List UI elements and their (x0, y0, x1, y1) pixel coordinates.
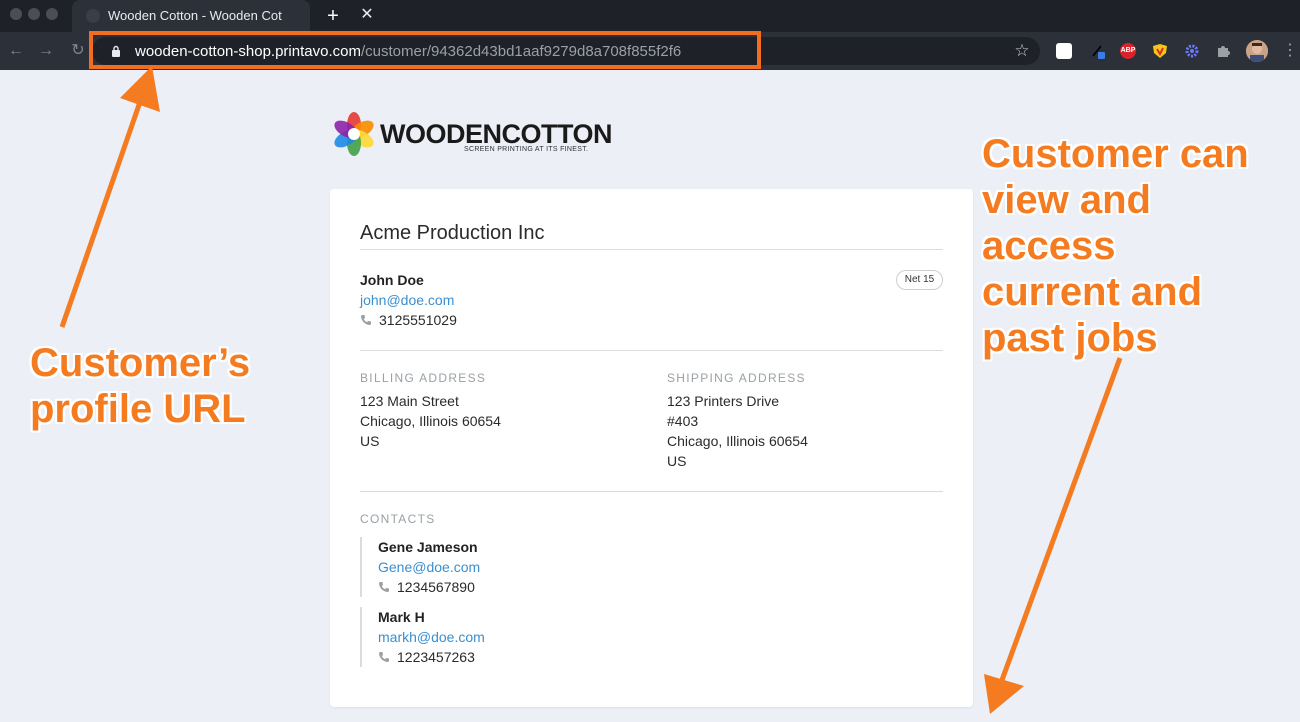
contact-card-bar (360, 537, 362, 597)
billing-line: US (360, 433, 380, 449)
logo-tagline: SCREEN PRINTING AT ITS FINEST. (464, 146, 589, 153)
tab-close-icon[interactable]: ✕ (358, 6, 376, 24)
adblock-extension-icon[interactable]: ABP (1120, 43, 1136, 59)
billing-line: 123 Main Street (360, 393, 459, 409)
logo-flower-icon (334, 112, 374, 156)
window-zoom-dot[interactable] (46, 8, 58, 20)
pen-extension-icon[interactable] (1090, 43, 1106, 59)
contacts-label: CONTACTS (360, 512, 436, 526)
shipping-line: Chicago, Illinois 60654 (667, 433, 808, 449)
annotation-left-line: Customer’s (30, 341, 251, 385)
billing-line: Chicago, Illinois 60654 (360, 413, 501, 429)
annotation-left-line: profile URL (30, 387, 246, 431)
divider (360, 350, 943, 351)
gear-extension-icon[interactable] (1184, 43, 1200, 59)
url-arrow (59, 66, 160, 328)
shield-extension-icon[interactable] (1152, 43, 1168, 59)
new-tab-button[interactable]: + (322, 5, 344, 27)
tab-strip: Wooden Cotton - Wooden Cotton ✕ + (0, 0, 1300, 32)
contact-email-link[interactable]: markh@doe.com (378, 628, 485, 646)
window-minimize-dot[interactable] (28, 8, 40, 20)
shipping-line: US (667, 453, 687, 469)
shipping-line: #403 (667, 413, 699, 429)
browser-tab[interactable]: Wooden Cotton - Wooden Cotton ✕ (72, 0, 374, 32)
browser-menu-icon[interactable]: ⋮ (1282, 42, 1298, 60)
jobs-arrow (984, 357, 1123, 714)
contact-name: Mark H (378, 609, 425, 625)
customer-card: Acme Production Inc John Doe Net 15 john… (330, 189, 973, 707)
forward-button[interactable]: → (36, 41, 56, 61)
customer-name: John Doe (360, 272, 424, 288)
phone-icon (379, 582, 389, 592)
divider (360, 491, 943, 492)
contact-name: Gene Jameson (378, 539, 478, 555)
payment-terms-badge: Net 15 (896, 270, 943, 290)
profile-avatar[interactable] (1246, 40, 1268, 62)
company-logo: WOODENCOTTON SCREEN PRINTING AT ITS FINE… (330, 110, 613, 158)
contact-card-bar (360, 607, 362, 667)
annotation-right-line: Customer can (982, 132, 1249, 176)
shipping-line: 123 Printers Drive (667, 393, 780, 409)
e-extension-icon[interactable] (1056, 43, 1072, 59)
contact-phone: 1234567890 (397, 579, 475, 595)
company-name: Acme Production Inc (360, 222, 545, 244)
shipping-address-label: SHIPPING ADDRESS (667, 371, 806, 385)
customer-email-link[interactable]: john@doe.com (360, 291, 454, 309)
annotation-right-line: view and (982, 178, 1151, 222)
reload-button[interactable]: ↻ (68, 41, 88, 61)
url-highlight-box (89, 31, 761, 69)
customer-phone: 3125551029 (379, 312, 457, 328)
tab-title: Wooden Cotton - Wooden Cotton (108, 9, 282, 23)
bookmark-star-icon[interactable]: ☆ (1012, 41, 1032, 61)
divider (360, 249, 943, 250)
window-close-dot[interactable] (10, 8, 22, 20)
logo-wordmark: WOODENCOTTON (380, 119, 613, 149)
phone-icon (361, 315, 371, 325)
puzzle-extension-icon[interactable] (1215, 43, 1231, 59)
favicon-icon (86, 9, 100, 23)
contact-phone: 1223457263 (397, 649, 475, 665)
back-button[interactable]: ← (6, 41, 26, 61)
phone-icon (379, 652, 389, 662)
annotation-right-line: current and (982, 270, 1203, 314)
annotation-right-line: past jobs (982, 316, 1158, 360)
annotation-right-line: access (982, 224, 1116, 268)
billing-address-label: BILLING ADDRESS (360, 371, 487, 385)
avatar-face-icon (1246, 40, 1268, 62)
contact-email-link[interactable]: Gene@doe.com (378, 558, 480, 576)
